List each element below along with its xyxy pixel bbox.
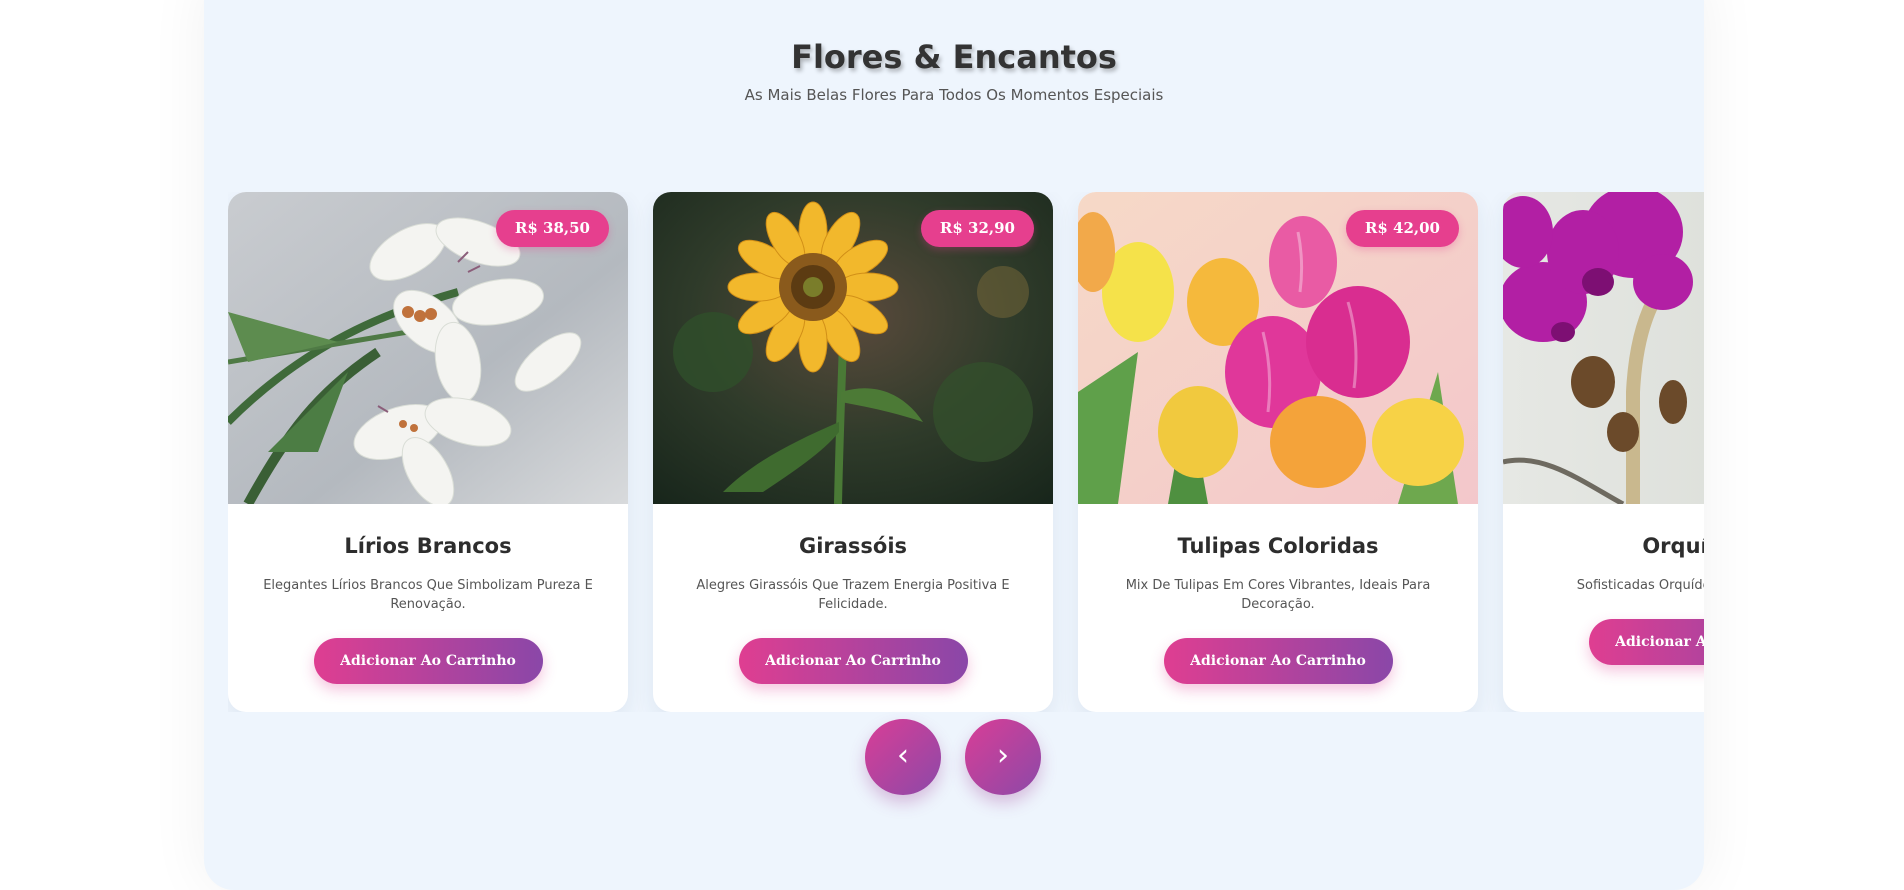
add-to-cart-button[interactable]: Adicionar Ao Carrinho: [1163, 638, 1393, 684]
add-to-cart-button[interactable]: Adicionar Ao Carrinho: [313, 638, 543, 684]
product-card: Orquídeas Sofisticadas Orquídeas Para El…: [1503, 192, 1704, 712]
product-name: Orquídeas: [1642, 534, 1704, 558]
product-image-white-lilies: R$ 38,50: [228, 192, 628, 504]
product-name: Lírios Brancos: [344, 534, 512, 558]
shop-section: Flores & Encantos As Mais Belas Flores P…: [204, 0, 1704, 890]
price-badge: R$ 42,00: [1345, 210, 1459, 247]
carousel-track: R$ 38,50 Lírios Brancos Elegantes Lírios…: [228, 192, 1704, 712]
product-card: R$ 38,50 Lírios Brancos Elegantes Lírios…: [228, 192, 628, 712]
chevron-left-icon: ‹: [897, 738, 909, 773]
product-carousel: R$ 38,50 Lírios Brancos Elegantes Lírios…: [228, 192, 1704, 712]
card-body: Lírios Brancos Elegantes Lírios Brancos …: [228, 504, 628, 684]
card-body: Orquídeas Sofisticadas Orquídeas Para El…: [1503, 504, 1704, 665]
chevron-right-icon: ›: [997, 738, 1009, 773]
product-name: Girassóis: [798, 534, 908, 558]
price-badge: R$ 38,50: [495, 210, 609, 247]
product-card: R$ 42,00 Tulipas Coloridas Mix De Tulipa…: [1078, 192, 1478, 712]
add-to-cart-button[interactable]: Adicionar Ao Carrinho: [1588, 619, 1704, 665]
product-name: Tulipas Coloridas: [1177, 534, 1379, 558]
product-card: R$ 32,90 Girassóis Alegres Girassóis Que…: [653, 192, 1053, 712]
carousel-prev-button[interactable]: ‹: [865, 719, 941, 795]
header: Flores & Encantos As Mais Belas Flores P…: [204, 38, 1704, 104]
product-image-tulips: R$ 42,00: [1078, 192, 1478, 504]
add-to-cart-button[interactable]: Adicionar Ao Carrinho: [738, 638, 968, 684]
product-image-sunflower: R$ 32,90: [653, 192, 1053, 504]
product-description: Sofisticadas Orquídeas Para Elegância.: [1576, 578, 1704, 593]
page-subtitle: As Mais Belas Flores Para Todos Os Momen…: [744, 86, 1164, 104]
card-body: Tulipas Coloridas Mix De Tulipas Em Core…: [1078, 504, 1478, 684]
page-title: Flores & Encantos: [791, 38, 1117, 76]
carousel-next-button[interactable]: ›: [965, 719, 1041, 795]
product-description: Elegantes Lírios Brancos Que Simbolizam …: [263, 578, 593, 612]
product-image-orchid: [1503, 192, 1704, 504]
card-body: Girassóis Alegres Girassóis Que Trazem E…: [653, 504, 1053, 684]
price-badge: R$ 32,90: [920, 210, 1034, 247]
product-description: Alegres Girassóis Que Trazem Energia Pos…: [696, 578, 1010, 612]
product-description: Mix De Tulipas Em Cores Vibrantes, Ideai…: [1125, 578, 1431, 612]
